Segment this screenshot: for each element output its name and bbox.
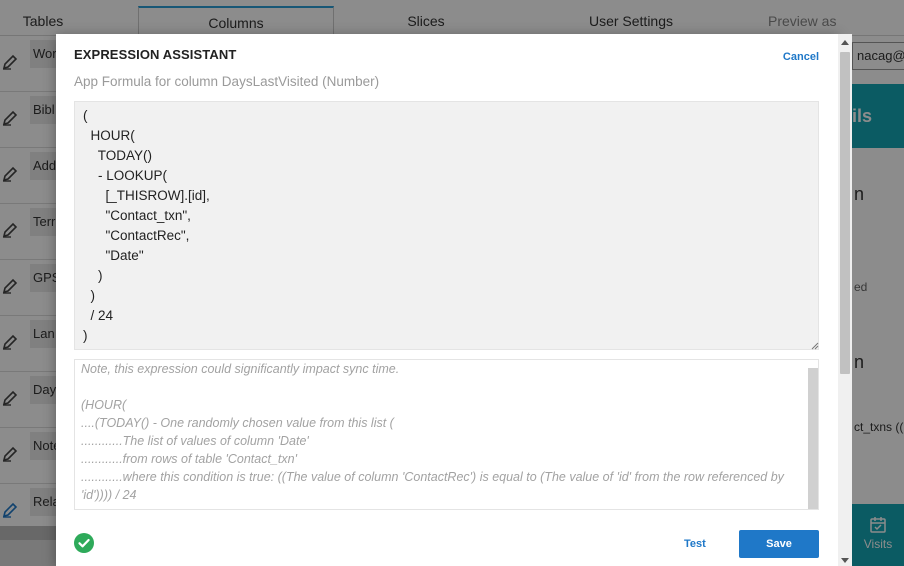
- preview-line: Note, this expression could significantl…: [81, 362, 400, 376]
- preview-line: (HOUR(: [81, 398, 127, 412]
- expression-assistant-dialog: EXPRESSION ASSISTANT Cancel App Formula …: [56, 34, 838, 566]
- scrollbar-thumb[interactable]: [840, 52, 850, 374]
- dialog-subtitle: App Formula for column DaysLastVisited (…: [74, 74, 380, 89]
- scroll-up-icon[interactable]: [841, 40, 849, 45]
- preview-line: ....(TODAY() - One randomly chosen value…: [81, 416, 394, 430]
- preview-scrollbar[interactable]: [808, 368, 818, 509]
- expression-editor[interactable]: ( HOUR( TODAY() - LOOKUP( [_THISROW].[id…: [74, 101, 819, 350]
- test-button[interactable]: Test: [684, 538, 706, 550]
- check-circle-icon: [74, 533, 94, 553]
- preview-line: ............where this condition is true…: [81, 470, 784, 502]
- cancel-button[interactable]: Cancel: [783, 51, 819, 63]
- save-button[interactable]: Save: [739, 530, 819, 558]
- dialog-scrollbar[interactable]: [838, 34, 852, 566]
- preview-line: ............from rows of table 'Contact_…: [81, 452, 297, 466]
- scroll-down-icon[interactable]: [841, 558, 849, 563]
- expression-preview: Note, this expression could significantl…: [74, 359, 819, 510]
- resize-grip-icon[interactable]: [811, 342, 819, 350]
- preview-line: ............The list of values of column…: [81, 434, 309, 448]
- dialog-title: EXPRESSION ASSISTANT: [74, 47, 237, 62]
- preview-line: [81, 378, 796, 396]
